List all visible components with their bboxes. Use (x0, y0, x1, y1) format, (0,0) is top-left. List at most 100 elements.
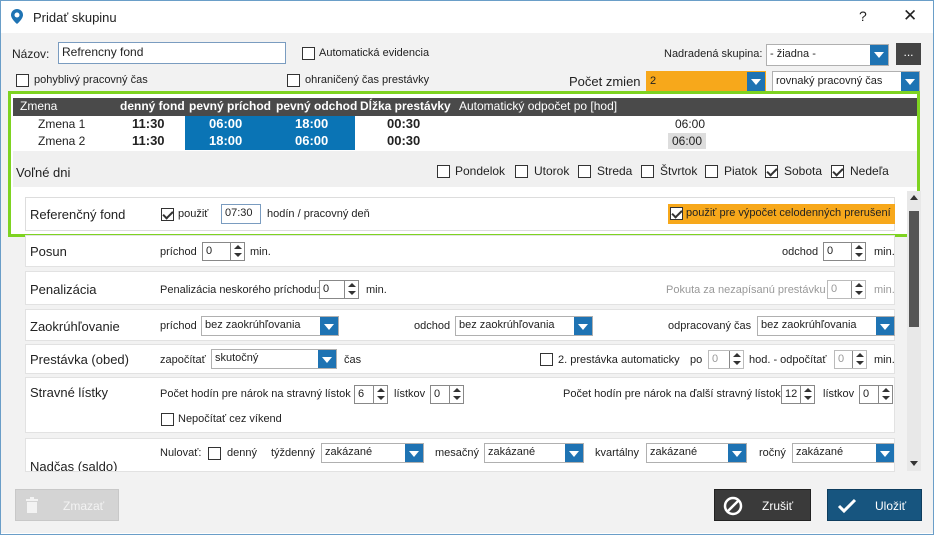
scroll-up-icon[interactable] (910, 195, 918, 200)
fixed-arrival[interactable]: 18:00 (209, 133, 242, 148)
cancel-label: Zrušiť (762, 499, 794, 513)
table-row[interactable]: Zmena 2 11:30 18:00 06:00 00:30 06:00 (13, 133, 917, 150)
flex-time-checkbox[interactable] (16, 74, 29, 87)
limited-break-checkbox[interactable] (287, 74, 300, 87)
fixed-arrival[interactable]: 06:00 (209, 116, 242, 131)
spinner-arrows-icon[interactable] (373, 386, 387, 403)
day-label: Štvrtok (660, 164, 698, 178)
fixed-departure[interactable]: 06:00 (295, 133, 328, 148)
scroll-down-icon[interactable] (910, 461, 918, 466)
dialog-title: Pridať skupinu (33, 10, 117, 25)
spinner-arrows-icon[interactable] (852, 351, 866, 368)
chevron-down-icon (901, 72, 919, 92)
round-arrival-label: príchod (160, 320, 197, 332)
name-input[interactable]: Refrencny fond (58, 42, 286, 64)
section-break: Prestávka (obed) započítať skutočný čas … (25, 344, 895, 374)
round-departure-select[interactable]: bez zaokrúhľovania (455, 316, 593, 336)
day-checkbox-tuesday[interactable] (515, 165, 528, 178)
day-label: Streda (597, 164, 633, 178)
round-arrival-select[interactable]: bez zaokrúhľovania (201, 316, 339, 336)
day-checkbox-friday[interactable] (705, 165, 718, 178)
meal-next-label: Počet hodín pre nárok na ďalší stravný l… (563, 388, 781, 400)
meal-tickets-spinner[interactable]: 0 (430, 385, 464, 404)
spinner-value: 0 (838, 353, 845, 365)
select-value: zakázané (488, 446, 536, 458)
spinner-arrows-icon[interactable] (449, 386, 463, 403)
chevron-down-icon (318, 350, 336, 368)
break-time-label: čas (344, 354, 362, 366)
yearly-select[interactable]: zakázané (792, 443, 894, 463)
full-day-option[interactable]: použiť pre výpočet celodenných prerušení (668, 204, 895, 224)
save-button[interactable]: Uložiť (827, 489, 922, 521)
tickets-label: lístkov (394, 388, 426, 400)
quarterly-select[interactable]: zakázané (646, 443, 747, 463)
second-break-checkbox[interactable] (540, 353, 553, 366)
fixed-departure[interactable]: 18:00 (295, 116, 328, 131)
ref-fund-use-checkbox[interactable] (161, 208, 174, 221)
late-penalty-spinner[interactable]: 0 (319, 280, 359, 299)
shift-count-select[interactable]: 2 (646, 71, 766, 93)
shift-count-label: Počet zmien (569, 74, 641, 89)
section-reference-fund: Referenčný fond použiť 07:30 hodín / pra… (25, 197, 895, 231)
meal-next-hours-spinner[interactable]: 12 (781, 385, 815, 404)
spinner-arrows-icon[interactable] (729, 351, 743, 368)
fine-spinner[interactable]: 0 (827, 280, 866, 299)
posun-arrival-label: príchod (160, 246, 197, 258)
spinner-arrows-icon[interactable] (878, 386, 892, 403)
day-checkbox-monday[interactable] (437, 165, 450, 178)
break-hours-spinner[interactable]: 0 (708, 350, 744, 369)
work-time-select[interactable]: rovnaký pracovný čas (772, 71, 920, 93)
spinner-arrows-icon[interactable] (851, 281, 865, 298)
daily-label: denný (227, 447, 257, 459)
scrollbar-thumb[interactable] (909, 211, 919, 327)
full-day-checkbox[interactable] (670, 207, 683, 220)
day-checkbox-thursday[interactable] (641, 165, 654, 178)
auto-evidence-checkbox[interactable] (302, 47, 315, 60)
scrollbar[interactable] (907, 191, 921, 471)
no-weekend-checkbox[interactable] (161, 413, 174, 426)
select-value: skutočný (215, 352, 259, 364)
parent-group-select[interactable]: - žiadna - (766, 44, 889, 66)
weekly-select[interactable]: zakázané (321, 443, 424, 463)
break-after-label: po (690, 354, 703, 366)
day-checkbox-sunday[interactable] (831, 165, 844, 178)
break-length: 00:30 (387, 133, 421, 148)
location-pin-icon (11, 9, 23, 24)
parent-group-more-button[interactable]: ... (896, 43, 921, 65)
spinner-arrows-icon[interactable] (344, 281, 358, 298)
spinner-arrows-icon[interactable] (851, 243, 865, 260)
cancel-button[interactable]: Zrušiť (714, 489, 811, 521)
delete-button[interactable]: Zmazať (15, 489, 119, 521)
posun-arrival-spinner[interactable]: 0 (202, 242, 245, 261)
chevron-down-icon (574, 317, 592, 335)
close-button[interactable]: ✕ (903, 6, 917, 26)
select-value: bez zaokrúhľovania (459, 319, 555, 331)
spinner-value: 0 (323, 283, 330, 295)
day-checkbox-saturday[interactable] (765, 165, 778, 178)
help-button[interactable]: ? (859, 8, 867, 24)
auto-deduct: 06:00 (668, 133, 707, 149)
select-value: zakázané (650, 446, 698, 458)
meal-next-tickets-spinner[interactable]: 0 (859, 385, 893, 404)
monthly-select[interactable]: zakázané (484, 443, 584, 463)
auto-evidence-label: Automatická evidencia (319, 47, 430, 59)
quarterly-label: kvartálny (595, 447, 640, 459)
col-daily-fund: denný fond (120, 99, 185, 113)
break-min-spinner[interactable]: 0 (834, 350, 867, 369)
table-row[interactable]: Zmena 1 11:30 06:00 18:00 00:30 06:00 (13, 116, 917, 150)
parent-group-value: - žiadna - (770, 48, 816, 60)
posun-departure-spinner[interactable]: 0 (823, 242, 866, 261)
spinner-arrows-icon[interactable] (230, 243, 244, 260)
trash-icon (26, 497, 38, 513)
ref-fund-hours-input[interactable]: 07:30 (221, 204, 261, 224)
break-count-select[interactable]: skutočný (211, 349, 337, 369)
select-value: zakázané (325, 446, 373, 458)
chevron-down-icon (876, 317, 894, 335)
reset-daily-checkbox[interactable] (208, 447, 221, 460)
meal-hours-spinner[interactable]: 6 (354, 385, 388, 404)
day-label: Pondelok (455, 164, 506, 178)
round-worked-select[interactable]: bez zaokrúhľovania (757, 316, 895, 336)
spinner-arrows-icon[interactable] (800, 386, 814, 403)
chevron-down-icon (870, 45, 888, 65)
day-checkbox-wednesday[interactable] (578, 165, 591, 178)
